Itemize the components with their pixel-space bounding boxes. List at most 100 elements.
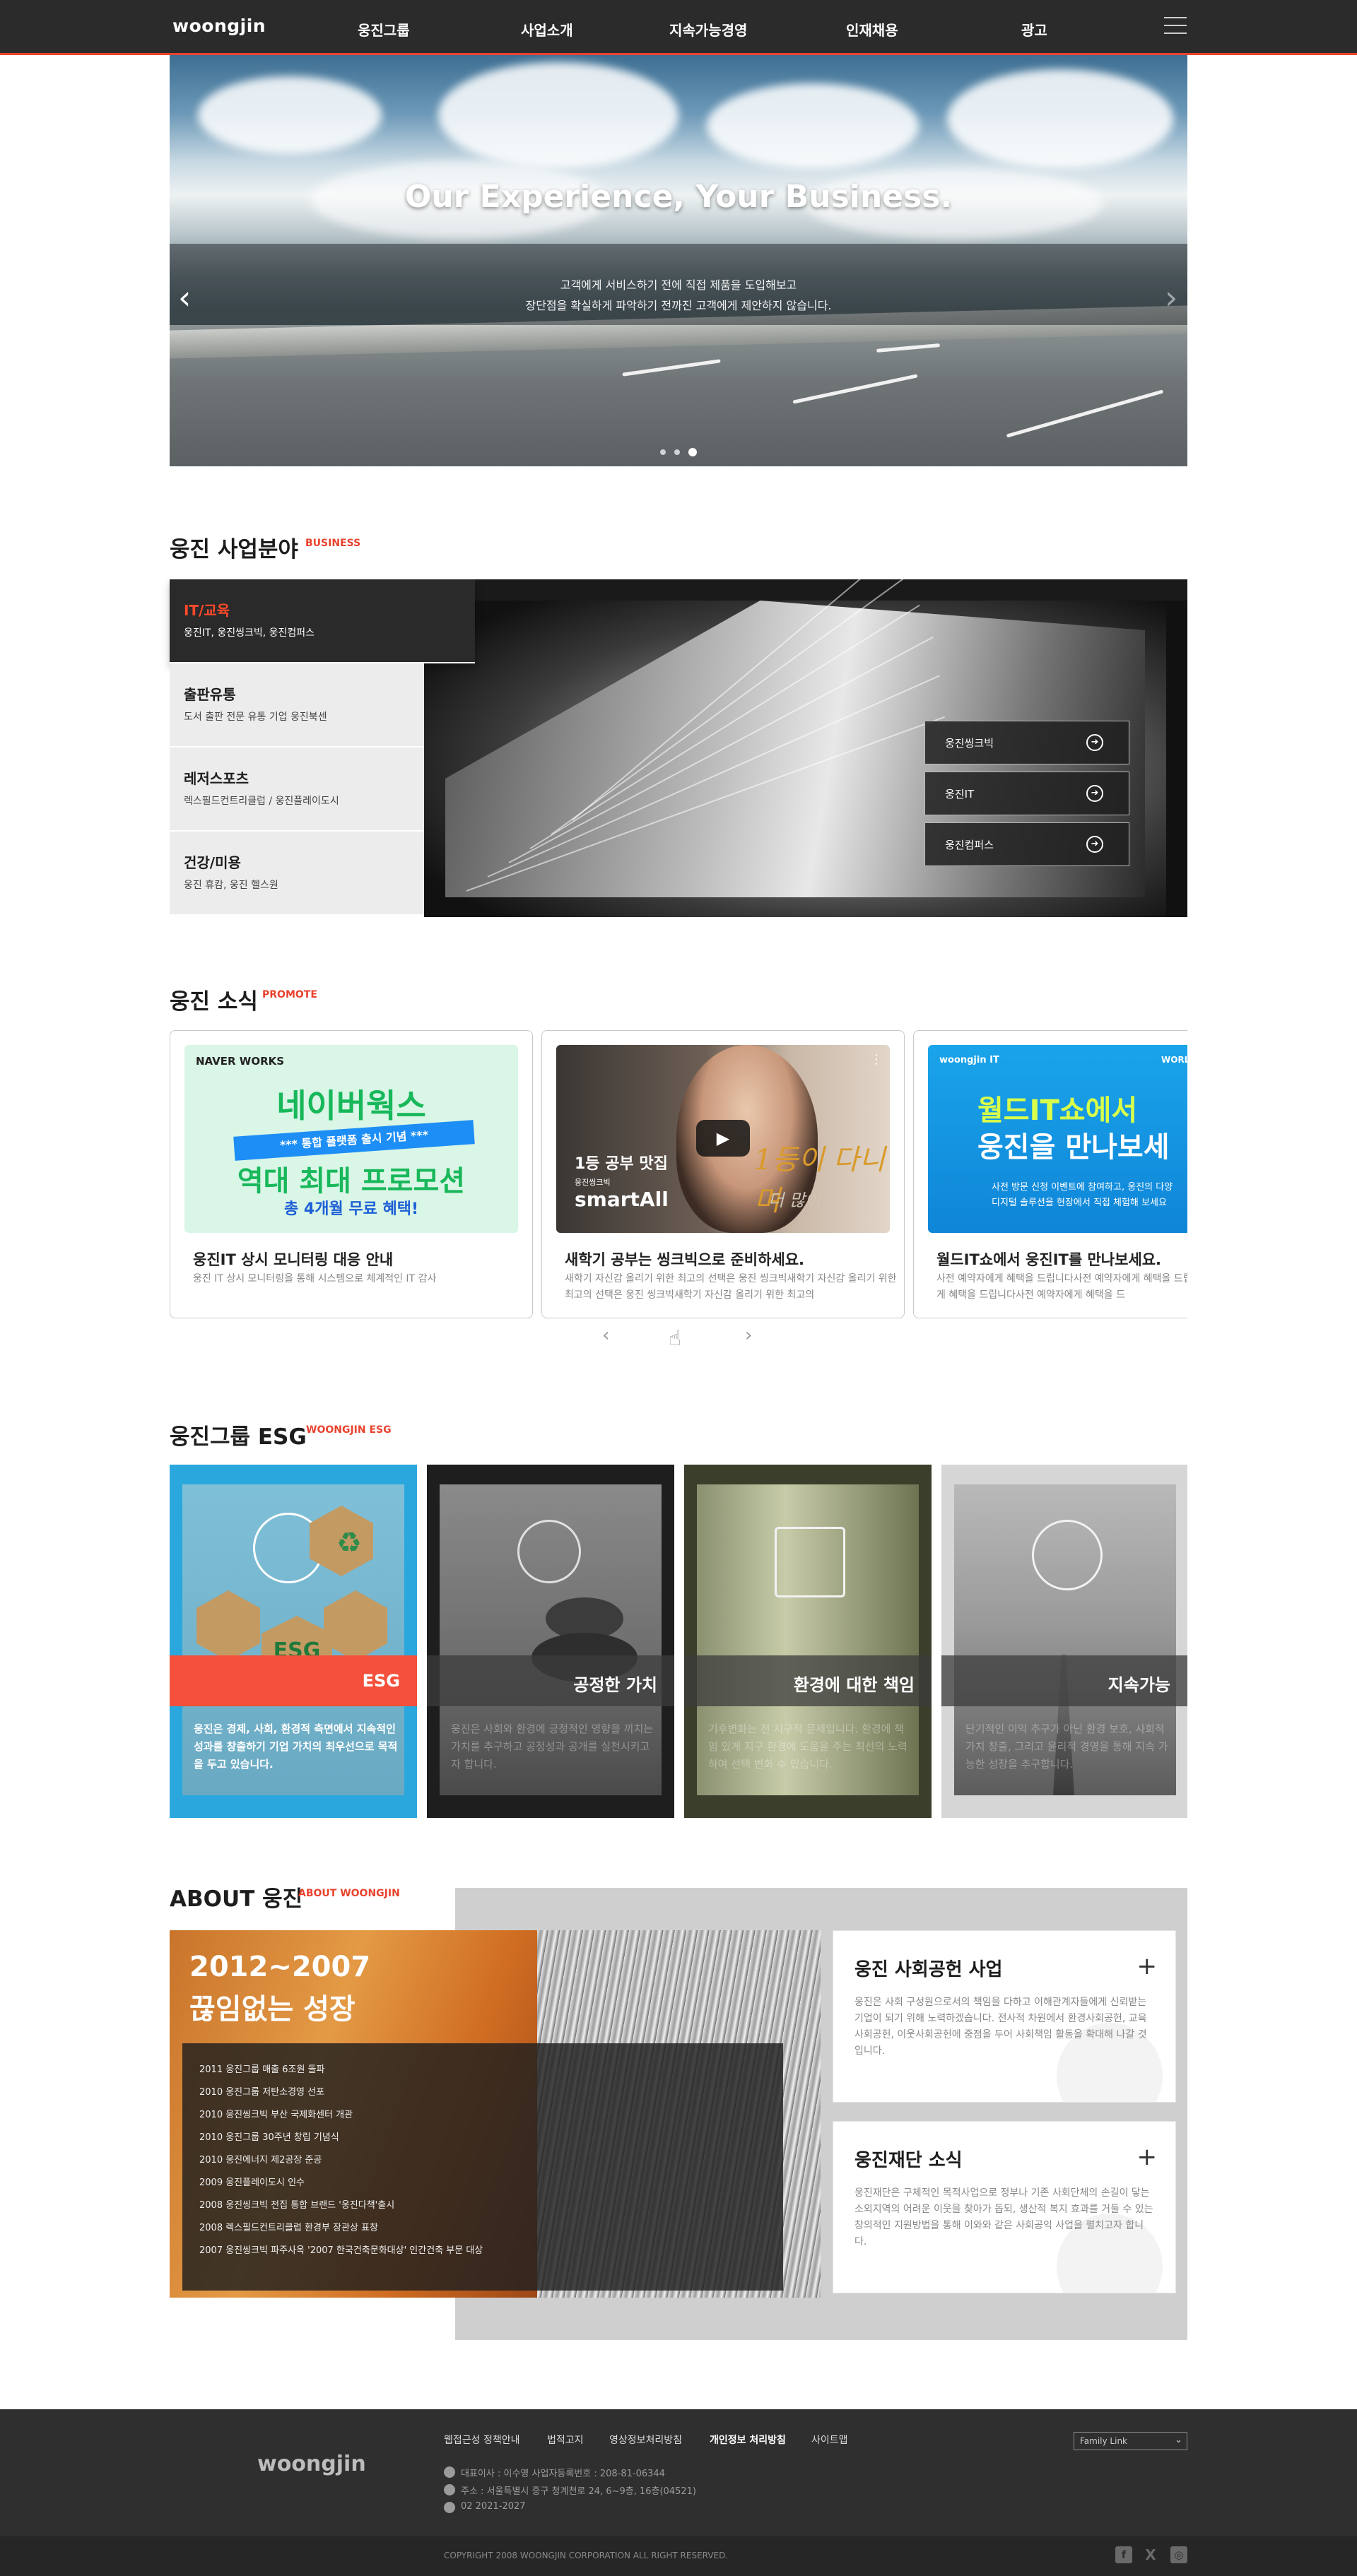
cloud-shape <box>438 62 678 168</box>
esg-card[interactable]: 공정한 가치 웅진은 사회와 환경에 긍정적인 영향을 끼치는 가치를 추구하고… <box>427 1465 674 1818</box>
leaf-icon <box>1032 1520 1103 1590</box>
about-year-range: 2012~2007 <box>189 1951 371 1983</box>
facebook-icon[interactable]: f <box>1115 2546 1132 2563</box>
news-card-brand: NAVER WORKS <box>196 1055 285 1068</box>
social-contribution-box[interactable]: 웅진 사회공헌 사업 + 웅진은 사회 구성원으로서의 책임을 다하고 이해관계… <box>833 1930 1176 2103</box>
history-item: 2009 웅진플레이도시 인수 <box>199 2178 305 2188</box>
family-link-select[interactable]: Family Link ⌄ <box>1074 2432 1187 2450</box>
business-link-label: 웅진컴퍼스 <box>945 839 994 851</box>
footer-link-legal[interactable]: 법적고지 <box>547 2433 584 2447</box>
esg-card[interactable]: ESG ♻ ESG 웅진은 경제, 사회, 환경적 측면에서 지속적인 성과를 … <box>170 1465 417 1818</box>
menu-icon[interactable] <box>1164 17 1187 35</box>
business-item-desc: 웅진IT, 웅진씽크빅, 웅진컴퍼스 <box>184 627 315 639</box>
business-item-desc: 렉스필드컨트리클럽 / 웅진플레이도시 <box>184 796 339 807</box>
info-icon <box>444 2466 455 2478</box>
footer-link-sitemap[interactable]: 사이트맵 <box>811 2433 848 2447</box>
nav-sustainability[interactable]: 지속가능경영 <box>669 19 747 40</box>
esg-card[interactable]: 환경에 대한 책임 기후변화는 전 지구적 문제입니다. 환경에 책임 있게 지… <box>684 1465 932 1818</box>
nav-business[interactable]: 사업소개 <box>521 19 573 40</box>
business-item-it-education[interactable]: IT/교육 웅진IT, 웅진씽크빅, 웅진컴퍼스 <box>170 579 475 663</box>
esg-section-title: 웅진그룹 ESG <box>170 1424 307 1450</box>
news-card-line-4: 디지털 솔루션을 현장에서 직접 체험해 보세요 <box>992 1198 1167 1208</box>
about-box-title: 웅진재단 소식 <box>854 2150 963 2171</box>
hex-tile <box>196 1590 260 1661</box>
nav-advertising[interactable]: 광고 <box>1021 19 1047 40</box>
business-link-compass[interactable]: 웅진컴퍼스 ➜ <box>924 822 1129 866</box>
news-card[interactable]: woongjin IT WORLD 월드IT쇼에서 웅진을 만나보세 사전 방문… <box>913 1030 1187 1318</box>
factory-icon <box>775 1527 845 1597</box>
x-twitter-icon[interactable]: X <box>1142 2546 1159 2563</box>
esg-card-text: 웅진은 경제, 사회, 환경적 측면에서 지속적인 성과를 창출하기 기업 가치… <box>194 1723 398 1771</box>
history-list: 2011 웅진그룹 매출 6조원 돌파 2010 웅진그룹 저탄소경영 선포 2… <box>182 2043 783 2291</box>
news-card-headline-2: 역대 최대 프로모션 <box>237 1165 466 1198</box>
foundation-news-box[interactable]: 웅진재단 소식 + 웅진재단은 구체적인 목적사업으로 정부나 기존 사회단체의… <box>833 2121 1176 2293</box>
plus-icon[interactable]: + <box>1137 1952 1158 1980</box>
hero-prev-arrow[interactable]: ‹ <box>178 281 191 314</box>
play-icon[interactable]: ▶ <box>696 1120 750 1157</box>
about-box-text: 웅진재단은 구체적인 목적사업으로 정부나 기존 사회단체의 손길이 닿는 소외… <box>854 2187 1153 2247</box>
news-carousel: NAVER WORKS 네이버웍스 *** 통합 플랫폼 출시 기념 *** 역… <box>170 1030 1187 1320</box>
footer-link-cctv[interactable]: 영상정보처리방침 <box>609 2433 682 2447</box>
instagram-icon[interactable]: ◎ <box>1170 2546 1187 2563</box>
nav-woongjin-group[interactable]: 웅진그룹 <box>358 19 410 40</box>
business-item-health[interactable]: 건강/미용 웅진 휴캄, 웅진 헬스원 <box>170 832 424 916</box>
hero-dot-2[interactable] <box>674 449 680 455</box>
business-item-publishing[interactable]: 출판유통 도서 출판 전문 유통 기업 웅진북센 <box>170 663 424 748</box>
news-card-brand: woongjin IT <box>939 1055 999 1065</box>
about-section-subtitle: ABOUT WOONGJIN <box>298 1888 400 1899</box>
about-box-text: 웅진은 사회 구성원으로서의 책임을 다하고 이해관계자들에게 신뢰받는 기업이… <box>854 1997 1147 2057</box>
esg-card-label: 환경에 대한 책임 <box>684 1655 932 1706</box>
news-next-arrow[interactable]: › <box>745 1325 752 1346</box>
recycle-icon: ♻ <box>336 1527 362 1559</box>
history-item: 2008 렉스필드컨트리클럽 환경부 장관상 표창 <box>199 2223 378 2233</box>
news-card[interactable]: NAVER WORKS 네이버웍스 *** 통합 플랫폼 출시 기념 *** 역… <box>170 1030 533 1318</box>
hero-next-arrow[interactable]: › <box>1165 281 1177 314</box>
hero-dot-1[interactable] <box>660 449 666 455</box>
about-box-title: 웅진 사회공헌 사업 <box>854 1959 1003 1980</box>
business-link-thinkbig[interactable]: 웅진씽크빅 ➜ <box>924 721 1129 764</box>
esg-card-label: ESG <box>170 1655 417 1706</box>
news-card-line-3: 사전 방문 신청 이벤트에 참여하고, 웅진의 다양 <box>992 1182 1173 1193</box>
footer-company-info: 대표이사 : 이수영 사업자등록번호 : 208-81-06344 <box>461 2469 665 2479</box>
news-card-title: 새학기 공부는 씽크빅으로 준비하세요. <box>565 1251 805 1268</box>
news-card-image: 1등 공부 맛집 웅진씽크빅 smartAll 1등이 다니며 더 많이네 ▶ … <box>556 1045 890 1233</box>
footer-link-privacy[interactable]: 개인정보 처리방침 <box>710 2433 786 2447</box>
business-item-desc: 웅진 휴캄, 웅진 헬스원 <box>184 880 278 891</box>
hero-dot-3[interactable] <box>688 448 697 456</box>
business-item-title: 건강/미용 <box>184 854 241 871</box>
site-header: woongjin 웅진그룹 사업소개 지속가능경영 인재채용 광고 <box>0 0 1357 55</box>
arrow-right-icon: ➜ <box>1086 836 1103 853</box>
footer-copyright: COPYRIGHT 2008 WOONGJIN CORPORATION ALL … <box>444 2551 729 2560</box>
phone-icon <box>444 2502 455 2513</box>
esg-card-text: 단기적인 이익 추구가 아닌 환경 보호, 사회적 가치 창출, 그리고 윤리적… <box>965 1723 1168 1771</box>
footer-link-accessibility[interactable]: 웹접근성 정책안내 <box>444 2433 520 2447</box>
business-link-it[interactable]: 웅진IT ➜ <box>924 772 1129 815</box>
header-logo[interactable]: woongjin <box>172 16 266 36</box>
nav-recruit[interactable]: 인재채용 <box>846 19 898 40</box>
footer-phone: 02 2021-2027 <box>461 2501 526 2512</box>
chevron-down-icon: ⌄ <box>1175 2435 1182 2445</box>
news-prev-arrow[interactable]: ‹ <box>602 1325 609 1346</box>
about-headline: 끊임없는 성장 <box>189 1993 356 2026</box>
business-section-subtitle: BUSINESS <box>305 538 361 549</box>
esg-card[interactable]: 지속가능 단기적인 이익 추구가 아닌 환경 보호, 사회적 가치 창출, 그리… <box>941 1465 1187 1818</box>
news-card-image: NAVER WORKS 네이버웍스 *** 통합 플랫폼 출시 기념 *** 역… <box>184 1045 518 1233</box>
book-edge <box>424 579 1187 601</box>
esg-card-text: 기후변화는 전 지구적 문제입니다. 환경에 책임 있게 지구 환경에 도움을 … <box>708 1723 907 1771</box>
plus-icon[interactable]: + <box>1137 2143 1158 2171</box>
cloud-shape <box>707 83 919 168</box>
business-item-leisure[interactable]: 레저스포츠 렉스필드컨트리클럽 / 웅진플레이도시 <box>170 748 424 832</box>
esg-card-label: 지속가능 <box>941 1655 1187 1706</box>
footer-logo[interactable]: woongjin <box>257 2452 366 2476</box>
business-link-label: 웅진IT <box>945 788 975 800</box>
news-card-brand: smartAll <box>575 1188 669 1211</box>
business-link-label: 웅진씽크빅 <box>945 737 994 750</box>
news-card[interactable]: 1등 공부 맛집 웅진씽크빅 smartAll 1등이 다니며 더 많이네 ▶ … <box>541 1030 905 1318</box>
history-item: 2010 웅진에너지 제2공장 준공 <box>199 2155 322 2166</box>
hero-title: Our Experience, Your Business. <box>404 179 953 215</box>
hex-tile <box>324 1590 387 1661</box>
more-vertical-icon[interactable]: ⋮ <box>870 1052 883 1067</box>
cloud-shape <box>947 69 1173 168</box>
history-item: 2011 웅진그룹 매출 6조원 돌파 <box>199 2064 325 2075</box>
site-footer: woongjin 웹접근성 정책안내 법적고지 영상정보처리방침 개인정보 처리… <box>0 2409 1357 2576</box>
